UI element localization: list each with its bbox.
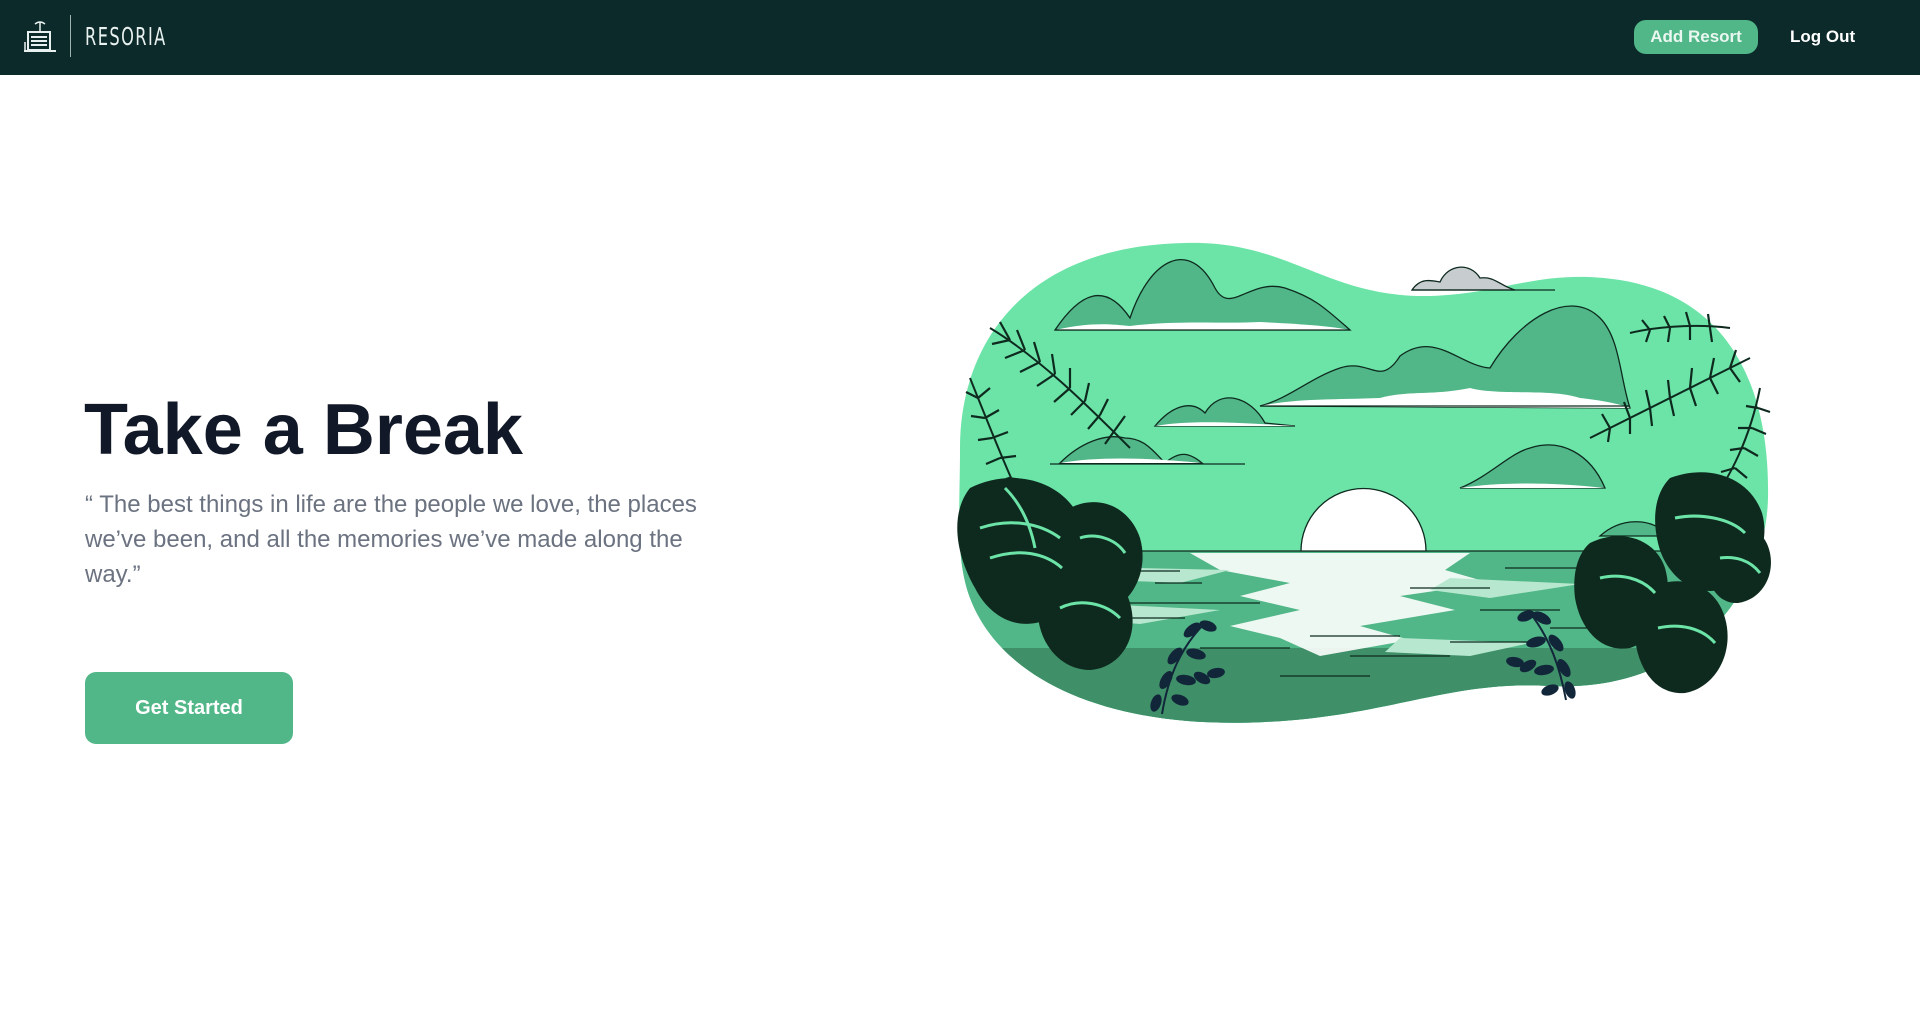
brand-logo-link[interactable]: RESORIA bbox=[22, 14, 198, 58]
hero-quote: “ The best things in life are the people… bbox=[85, 491, 697, 588]
hero-title: Take a Break bbox=[84, 390, 523, 470]
tropical-sunset-illustration bbox=[957, 242, 1771, 723]
brand-name: RESORIA bbox=[85, 21, 167, 51]
add-resort-button[interactable]: Add Resort bbox=[1634, 20, 1758, 54]
top-navbar: RESORIA Add Resort Log Out bbox=[0, 0, 1920, 75]
brand-divider bbox=[70, 15, 71, 57]
get-started-button[interactable]: Get Started bbox=[85, 672, 293, 744]
beach-hotel-icon bbox=[24, 21, 56, 52]
logout-link[interactable]: Log Out bbox=[1790, 20, 1855, 54]
